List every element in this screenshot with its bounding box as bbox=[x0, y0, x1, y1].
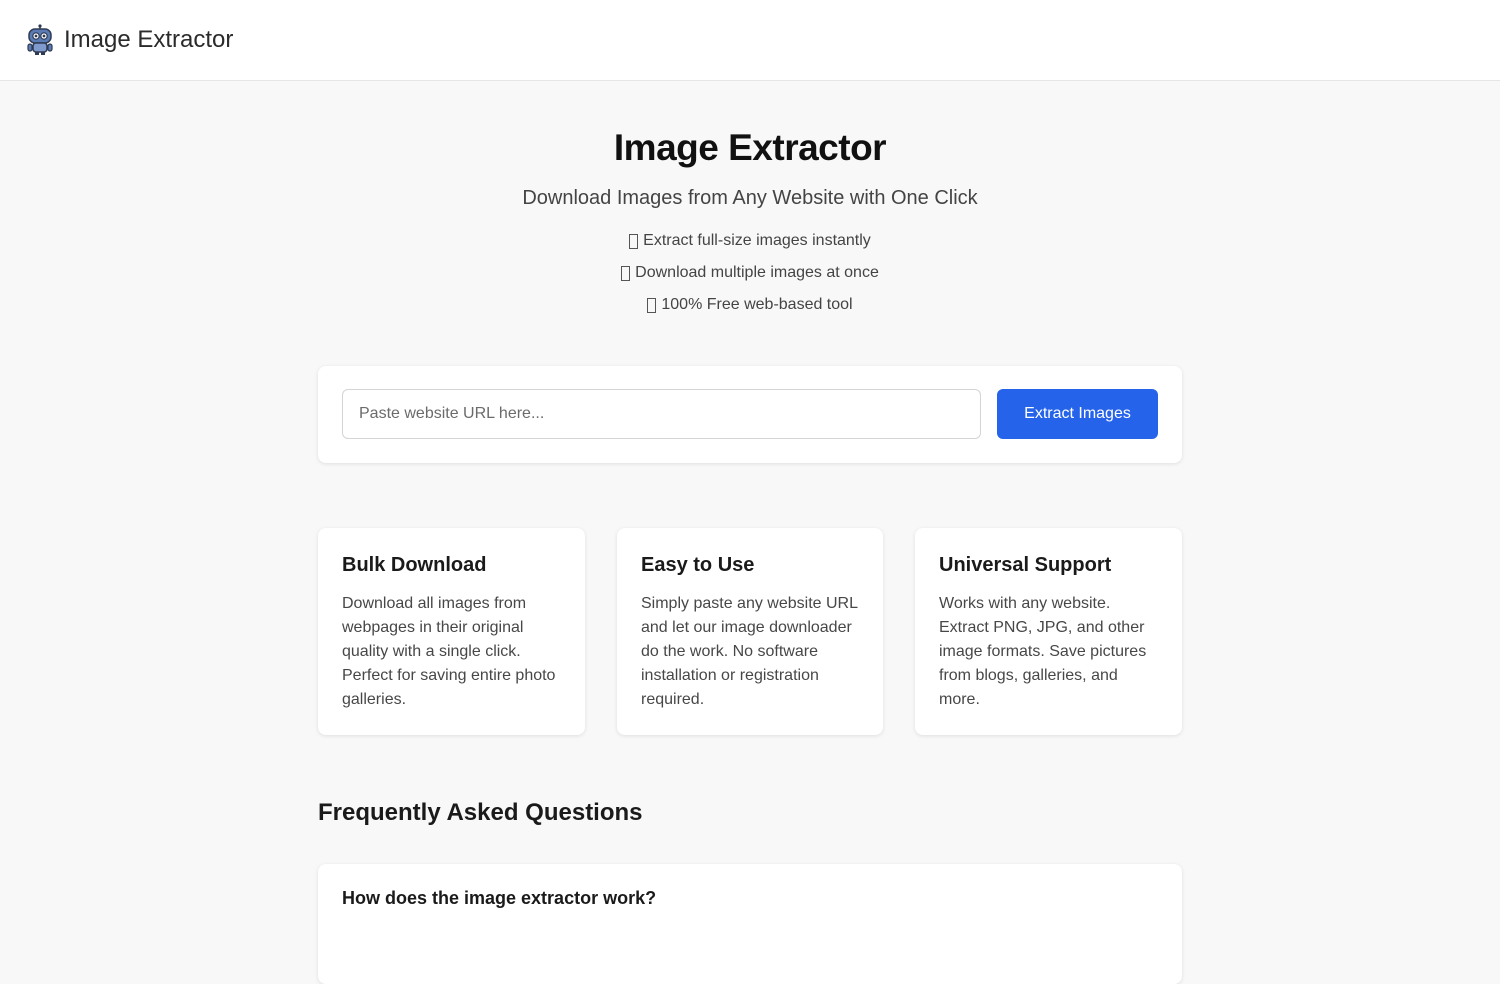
extract-images-button[interactable]: Extract Images bbox=[997, 389, 1158, 439]
feature-description: Download all images from webpages in the… bbox=[342, 595, 556, 708]
feature-title: Easy to Use bbox=[641, 554, 755, 576]
feature-card-universal-support: Universal Support Works with any website… bbox=[915, 528, 1182, 735]
brand-link[interactable]: Image Extractor bbox=[26, 24, 233, 56]
feature-description: Simply paste any website URL and let our… bbox=[641, 595, 858, 708]
missing-glyph-icon bbox=[621, 266, 631, 281]
faq-item[interactable]: How does the image extractor work? bbox=[318, 864, 1182, 984]
page-title: Image Extractor bbox=[613, 127, 887, 168]
bullet-item: 100% Free web-based tool bbox=[0, 294, 1500, 326]
feature-card-bulk-download: Bulk Download Download all images from w… bbox=[318, 528, 585, 735]
bullet-text: Download multiple images at once bbox=[635, 264, 879, 281]
bullet-item: Download multiple images at once bbox=[0, 262, 1500, 294]
bullet-text: Extract full-size images instantly bbox=[643, 232, 871, 249]
missing-glyph-icon bbox=[629, 234, 639, 249]
faq-question: How does the image extractor work? bbox=[342, 888, 657, 908]
feature-card-easy-to-use: Easy to Use Simply paste any website URL… bbox=[617, 528, 883, 735]
faq-heading: Frequently Asked Questions bbox=[318, 799, 643, 826]
feature-title: Universal Support bbox=[939, 554, 1112, 576]
brand-name: Image Extractor bbox=[64, 26, 234, 53]
bullet-item: Extract full-size images instantly bbox=[0, 230, 1500, 262]
missing-glyph-icon bbox=[647, 298, 657, 313]
robot-icon bbox=[26, 24, 54, 56]
feature-description: Works with any website. Extract PNG, JPG… bbox=[939, 595, 1147, 708]
feature-title: Bulk Download bbox=[342, 554, 487, 576]
top-nav-bar: Image Extractor bbox=[0, 0, 1500, 81]
url-search-card: Extract Images bbox=[318, 366, 1182, 463]
page-subtitle: Download Images from Any Website with On… bbox=[522, 187, 978, 209]
bullet-text: 100% Free web-based tool bbox=[661, 296, 853, 313]
url-input[interactable] bbox=[342, 389, 981, 439]
feature-bullet-list: Extract full-size images instantly Downl… bbox=[0, 230, 1500, 326]
